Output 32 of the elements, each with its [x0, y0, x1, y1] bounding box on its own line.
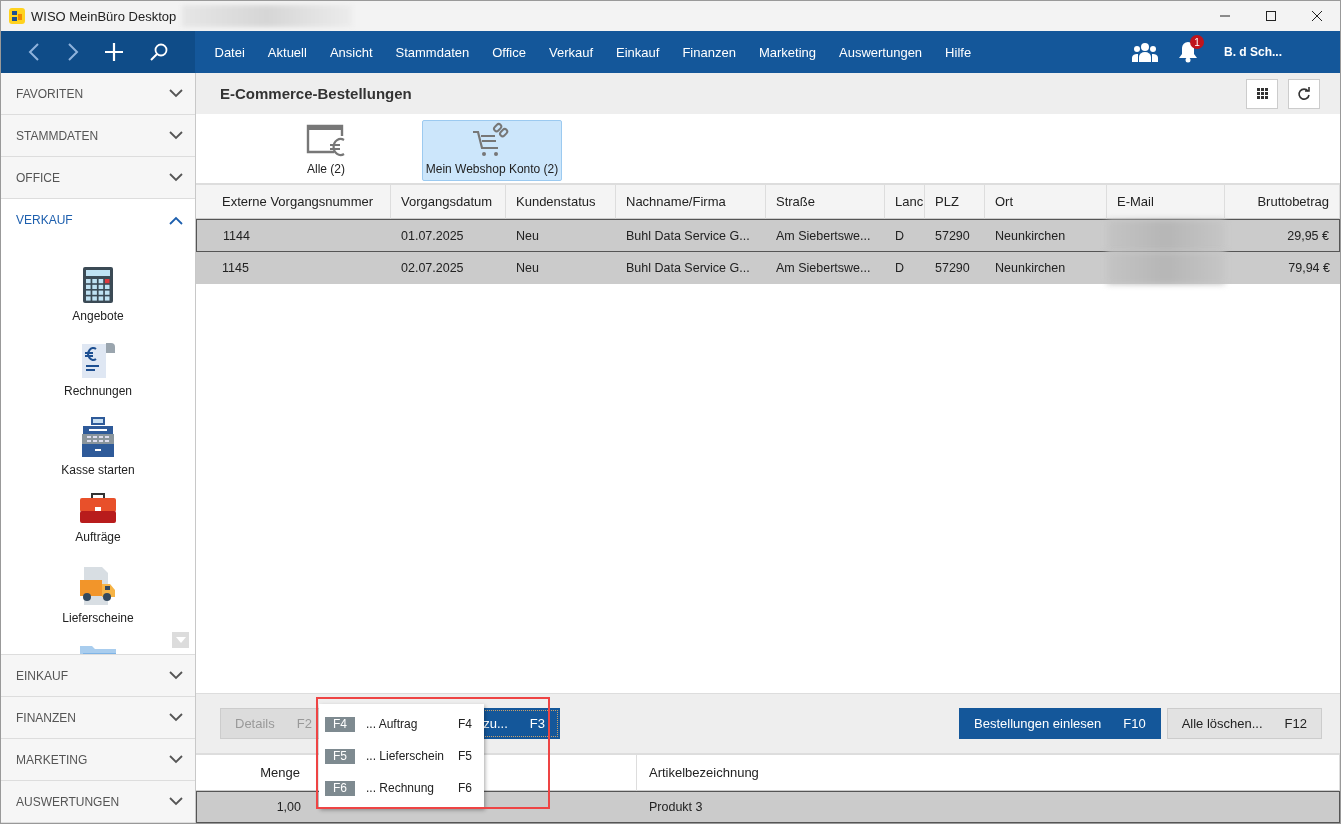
- table-cell: D: [885, 252, 925, 285]
- table-cell: Produkt 3: [637, 791, 1340, 823]
- table-cell: 29,95 €: [1225, 219, 1340, 252]
- table-cell: Neu: [506, 219, 616, 252]
- table-cell: 02.07.2025: [391, 252, 506, 285]
- shortcut-label: F4: [458, 717, 472, 731]
- table-cell: 1,00: [196, 791, 321, 823]
- page-title: E-Commerce-Bestellungen: [220, 85, 412, 102]
- table-cell: 79,94 €: [1225, 252, 1340, 285]
- table-cell: Am Siebertswe...: [766, 219, 885, 252]
- table-cell: 57290: [925, 219, 985, 252]
- window-title: WISO MeinBüro Desktop: [31, 8, 177, 24]
- shortcut-label: F6: [458, 781, 472, 795]
- table-cell: Buhl Data Service G...: [616, 252, 766, 285]
- key-badge: F6: [325, 780, 355, 796]
- notification-badge: 1: [1190, 35, 1204, 49]
- menu-item-label: ... Auftrag: [366, 717, 418, 731]
- table-cell: Neunkirchen: [985, 252, 1107, 285]
- shortcut-label: F5: [458, 749, 472, 763]
- table-cell: 1144: [196, 219, 391, 252]
- table-cell: Neunkirchen: [985, 219, 1107, 252]
- table-cell: D: [885, 219, 925, 252]
- key-badge: F4: [325, 716, 355, 732]
- table-cell: 1145: [196, 252, 391, 285]
- table-cell: Neu: [506, 252, 616, 285]
- table-cell: 01.07.2025: [391, 219, 506, 252]
- table-cell: Am Siebertswe...: [766, 252, 885, 285]
- key-badge: F5: [325, 748, 355, 764]
- table-cell: Buhl Data Service G...: [616, 219, 766, 252]
- menu-item-label: ... Lieferschein: [366, 749, 445, 763]
- table-cell: 57290: [925, 252, 985, 285]
- menu-item-label: ... Rechnung: [366, 781, 435, 795]
